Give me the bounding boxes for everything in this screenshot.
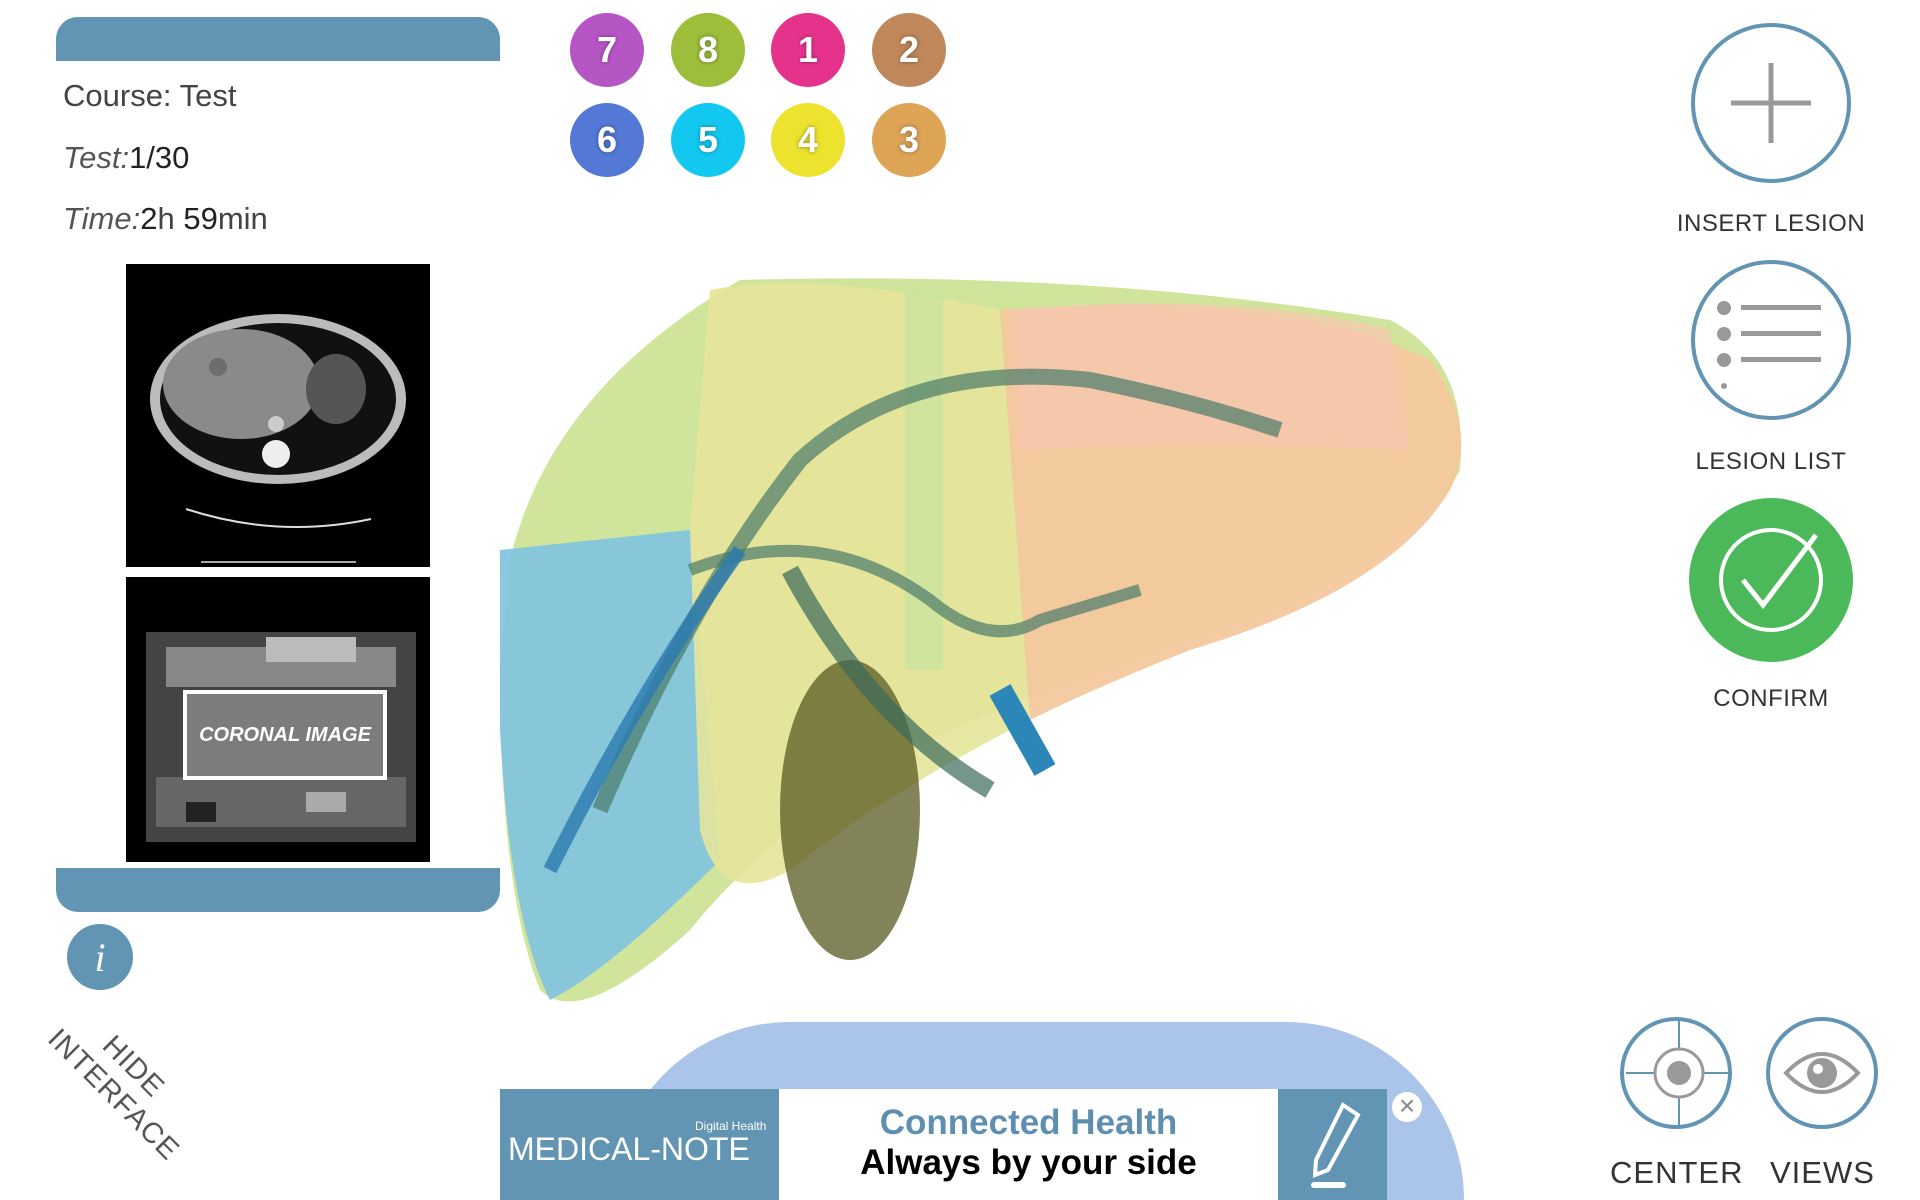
test-label: Test: bbox=[63, 140, 130, 175]
lesion-list-label: LESION LIST bbox=[1695, 448, 1847, 475]
center-label: CENTER bbox=[1610, 1155, 1744, 1190]
segment-button-1[interactable]: 1 bbox=[771, 13, 845, 87]
ad-headline: Connected Health bbox=[879, 1103, 1178, 1142]
ad-tagline: Always by your side bbox=[860, 1143, 1197, 1182]
course-label: Course: Test bbox=[63, 78, 237, 113]
ad-text: Connected Health Always by your side bbox=[779, 1089, 1278, 1200]
pencil-icon bbox=[1278, 1089, 1387, 1200]
info-button[interactable]: i bbox=[67, 924, 133, 990]
insert-lesion-button[interactable] bbox=[1691, 23, 1851, 183]
plus-icon bbox=[1731, 63, 1811, 143]
test-progress: Test:1/30 bbox=[63, 140, 189, 176]
segment-button-4[interactable]: 4 bbox=[771, 103, 845, 177]
coronal-image-label: CORONAL IMAGE bbox=[183, 690, 387, 780]
segment-button-3[interactable]: 3 bbox=[872, 103, 946, 177]
eye-icon bbox=[1783, 1052, 1861, 1094]
time-label: Time: bbox=[63, 201, 141, 236]
crosshair-icon bbox=[1626, 1020, 1728, 1126]
ad-banner[interactable]: Digital Health MEDICAL-NOTE Connected He… bbox=[500, 1089, 1387, 1200]
confirm-button[interactable] bbox=[1689, 498, 1853, 662]
segment-button-8[interactable]: 8 bbox=[671, 13, 745, 87]
segment-button-5[interactable]: 5 bbox=[671, 103, 745, 177]
hide-interface-button[interactable]: HIDE INTERFACE bbox=[18, 998, 202, 1182]
segment-button-6[interactable]: 6 bbox=[570, 103, 644, 177]
bottom-panel-bar bbox=[56, 868, 500, 912]
time-min-unit: min bbox=[217, 201, 268, 236]
segment-button-2[interactable]: 2 bbox=[872, 13, 946, 87]
ad-brand-name: MEDICAL-NOTE bbox=[508, 1131, 750, 1167]
test-value: 1/30 bbox=[129, 140, 190, 175]
ad-close-button[interactable]: × bbox=[1392, 1092, 1422, 1122]
liver-3d-model[interactable] bbox=[490, 270, 1490, 1030]
confirm-label: CONFIRM bbox=[1713, 685, 1829, 712]
coronal-image[interactable]: CORONAL IMAGE bbox=[126, 577, 430, 862]
list-icon bbox=[1717, 301, 1821, 389]
ad-brand-panel: Digital Health MEDICAL-NOTE bbox=[500, 1089, 779, 1200]
lesion-list-button[interactable] bbox=[1691, 260, 1851, 420]
axial-ct-graphic bbox=[150, 314, 406, 563]
top-panel-bar bbox=[56, 17, 500, 61]
views-button[interactable] bbox=[1766, 1017, 1878, 1129]
center-button[interactable] bbox=[1620, 1017, 1732, 1129]
time-remaining: Time:2h 59min bbox=[63, 201, 268, 237]
axial-ct-image[interactable] bbox=[126, 264, 430, 567]
segment-button-7[interactable]: 7 bbox=[570, 13, 644, 87]
check-icon bbox=[1719, 528, 1823, 632]
time-h-unit: h bbox=[157, 201, 175, 236]
time-hours: 2 bbox=[140, 201, 158, 236]
insert-lesion-label: INSERT LESION bbox=[1676, 210, 1866, 237]
views-label: VIEWS bbox=[1770, 1155, 1875, 1190]
time-minutes: 59 bbox=[183, 201, 218, 236]
